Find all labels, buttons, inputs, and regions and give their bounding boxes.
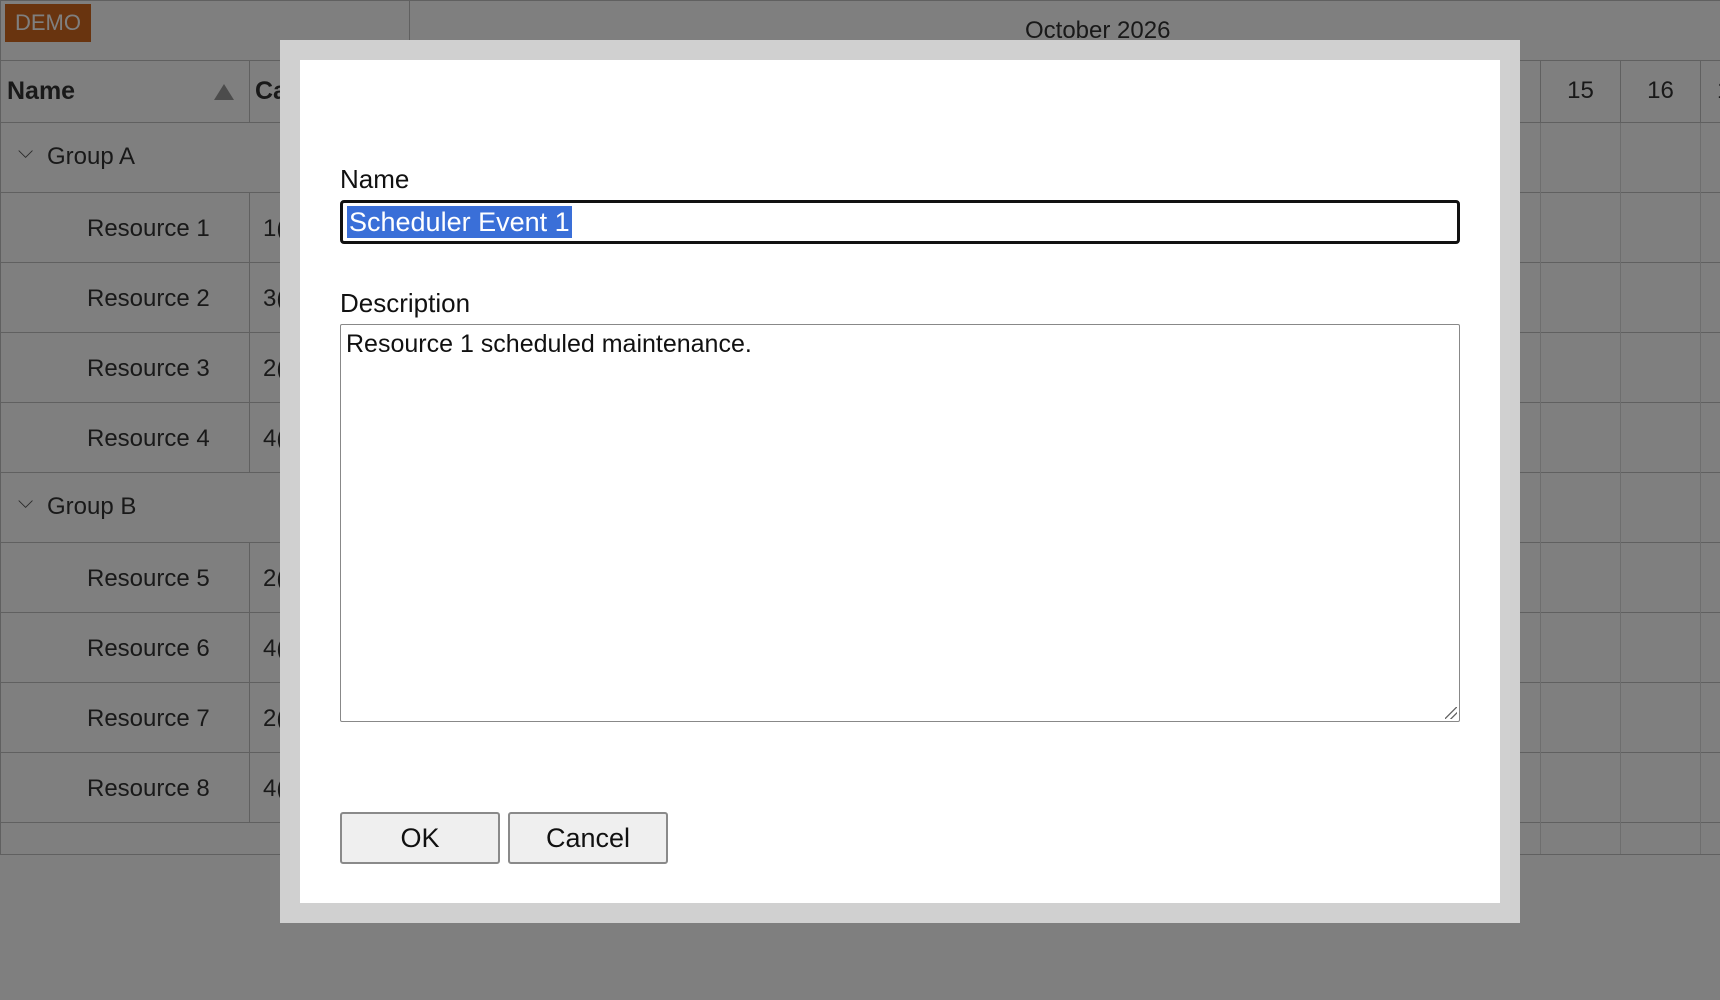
name-input-value: Scheduler Event 1 — [347, 206, 572, 238]
ok-button[interactable]: OK — [340, 812, 500, 864]
cancel-button[interactable]: Cancel — [508, 812, 668, 864]
description-textarea[interactable]: Resource 1 scheduled maintenance. — [340, 324, 1460, 722]
resize-grip-icon[interactable] — [1445, 707, 1457, 719]
description-label: Description — [340, 288, 471, 318]
name-label: Name — [340, 164, 410, 194]
edit-event-dialog: Name Scheduler Event 1 Description Resou… — [280, 40, 1520, 923]
description-value: Resource 1 scheduled maintenance. — [346, 330, 752, 358]
name-input[interactable]: Scheduler Event 1 — [340, 200, 1460, 244]
